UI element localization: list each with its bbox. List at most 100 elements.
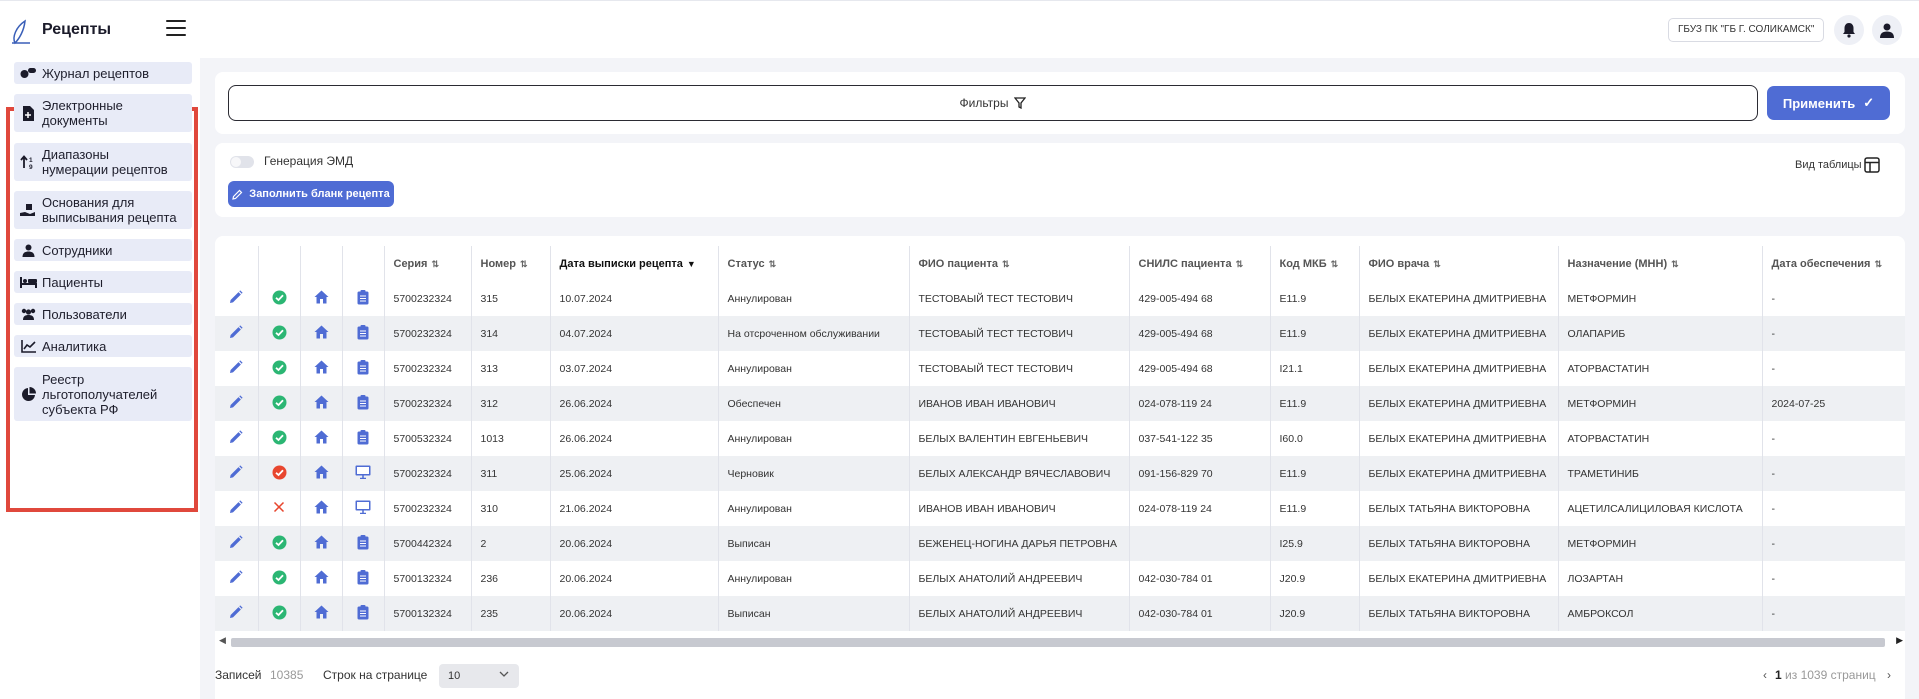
col-snils-header[interactable]: СНИЛС пациента ⇅ bbox=[1129, 246, 1271, 281]
monitor-icon[interactable] bbox=[355, 500, 371, 517]
clipboard-icon[interactable] bbox=[357, 324, 369, 343]
prev-page-icon[interactable]: ‹ bbox=[1763, 668, 1767, 682]
col-icd-code-header[interactable]: Код МКБ ⇅ bbox=[1270, 246, 1360, 281]
chevron-down-icon bbox=[499, 664, 509, 688]
cell-icd-code: J20.9 bbox=[1270, 596, 1360, 631]
home-icon[interactable] bbox=[314, 430, 329, 447]
fill-prescription-button[interactable]: Заполнить бланк рецепта bbox=[228, 181, 394, 207]
table-row[interactable]: 5700232324 311 25.06.2024 Черновик БЕЛЫХ АЛЕ… bbox=[215, 456, 1905, 491]
table-row[interactable]: 5700132324 236 20.06.2024 Аннулирован БЕЛЫХ … bbox=[215, 561, 1905, 596]
cell-doctor: БЕЛЫХ ЕКАТЕРИНА ДМИТРИЕВНА bbox=[1359, 351, 1559, 386]
clipboard-icon[interactable] bbox=[357, 429, 369, 448]
home-icon[interactable] bbox=[314, 570, 329, 587]
edit-pencil-icon[interactable] bbox=[229, 605, 243, 622]
col-number-header[interactable]: Номер ⇅ bbox=[471, 246, 551, 281]
home-icon[interactable] bbox=[314, 395, 329, 412]
toolbar-panel bbox=[215, 143, 1905, 217]
sidebar-item-users[interactable]: Пользователи bbox=[14, 303, 192, 325]
edit-pencil-icon[interactable] bbox=[229, 465, 243, 482]
sidebar-item-patients[interactable]: Пациенты bbox=[14, 271, 192, 293]
sidebar-item-analytics[interactable]: Аналитика bbox=[14, 335, 192, 357]
edit-pencil-icon[interactable] bbox=[229, 500, 243, 517]
home-icon[interactable] bbox=[314, 605, 329, 622]
edit-pencil-icon[interactable] bbox=[229, 290, 243, 307]
table-row[interactable]: 5700132324 235 20.06.2024 Выписан БЕЛЫХ АНАТ… bbox=[215, 596, 1905, 631]
clipboard-icon[interactable] bbox=[357, 394, 369, 413]
sidebar-item-prescription-grounds[interactable]: Основания для выписывания рецепта bbox=[14, 191, 192, 229]
table-layout-icon[interactable] bbox=[1864, 157, 1880, 173]
table-row[interactable]: 5700232324 315 10.07.2024 Аннулирован ТЕСТОВ… bbox=[215, 281, 1905, 316]
table-view-label[interactable]: Вид таблицы bbox=[1795, 159, 1862, 171]
table-row[interactable]: 5700532324 1013 26.06.2024 Аннулирован БЕЛЫХ… bbox=[215, 421, 1905, 456]
table-row[interactable]: 5700232324 310 21.06.2024 Аннулирован ИВАНОВ… bbox=[215, 491, 1905, 526]
menu-toggle-icon[interactable] bbox=[166, 20, 186, 38]
col-patient-name-header[interactable]: ФИО пациента ⇅ bbox=[909, 246, 1130, 281]
filters-label: Фильтры bbox=[959, 96, 1009, 110]
apply-button[interactable]: Применить ✓ bbox=[1767, 86, 1890, 120]
user-account-icon[interactable] bbox=[1872, 15, 1902, 45]
clipboard-icon[interactable] bbox=[357, 289, 369, 308]
next-page-icon[interactable]: › bbox=[1887, 668, 1891, 682]
check-circle-icon bbox=[272, 290, 287, 308]
col-doctor-header[interactable]: ФИО врача ⇅ bbox=[1359, 246, 1559, 281]
home-icon[interactable] bbox=[314, 325, 329, 342]
col-issue-date-header[interactable]: Дата выписки рецепта ▼ bbox=[550, 246, 719, 281]
edit-pencil-icon[interactable] bbox=[229, 535, 243, 552]
scrollbar-thumb[interactable] bbox=[231, 638, 1885, 647]
home-icon[interactable] bbox=[314, 465, 329, 482]
edit-pencil-icon[interactable] bbox=[229, 360, 243, 377]
table-row[interactable]: 5700232324 313 03.07.2024 Аннулирован ТЕСТОВ… bbox=[215, 351, 1905, 386]
cell-supply-date: - bbox=[1762, 421, 1905, 456]
col-supply-date-header[interactable]: Дата обеспечения ⇅ bbox=[1762, 246, 1905, 281]
col-series-header[interactable]: Серия ⇅ bbox=[384, 246, 472, 281]
cell-icd-code: E11.9 bbox=[1270, 386, 1360, 421]
organization-badge[interactable]: ГБУЗ ПК "ГБ Г. СОЛИКАМСК" bbox=[1668, 18, 1825, 42]
home-icon[interactable] bbox=[314, 360, 329, 377]
filters-button[interactable]: Фильтры bbox=[228, 85, 1758, 121]
col-status-header[interactable]: Статус ⇅ bbox=[718, 246, 910, 281]
cell-issue-date: 21.06.2024 bbox=[550, 491, 719, 526]
cell-drug: ТРАМЕТИНИБ bbox=[1558, 456, 1763, 491]
scroll-left-icon[interactable]: ◀ bbox=[219, 635, 226, 646]
cell-series: 5700232324 bbox=[384, 491, 472, 526]
home-icon[interactable] bbox=[314, 290, 329, 307]
edit-pencil-icon[interactable] bbox=[229, 395, 243, 412]
check-circle-icon bbox=[272, 570, 287, 588]
table-row[interactable]: 5700232324 312 26.06.2024 Обеспечен ИВАНОВ И… bbox=[215, 386, 1905, 421]
table-row[interactable]: 5700232324 314 04.07.2024 На отсроченном об… bbox=[215, 316, 1905, 351]
scroll-right-icon[interactable]: ▶ bbox=[1896, 635, 1903, 646]
sidebar-item-beneficiaries-registry[interactable]: Реестр льготополучателей субъекта РФ bbox=[14, 367, 192, 421]
edit-pencil-icon[interactable] bbox=[229, 325, 243, 342]
cell-number: 312 bbox=[471, 386, 551, 421]
sidebar-item-electronic-documents[interactable]: Электронные документы bbox=[14, 94, 192, 132]
edit-pencil-icon[interactable] bbox=[229, 430, 243, 447]
clipboard-icon[interactable] bbox=[357, 534, 369, 553]
col-drug-header[interactable]: Назначение (МНН) ⇅ bbox=[1558, 246, 1763, 281]
sidebar-item-employees[interactable]: Сотрудники bbox=[14, 239, 192, 261]
sidebar-item-prescription-log[interactable]: Журнал рецептов bbox=[14, 62, 192, 84]
table-row[interactable]: 5700442324 2 20.06.2024 Выписан БЕЖЕНЕЦ-НОГИ… bbox=[215, 526, 1905, 561]
cell-doctor: БЕЛЫХ ЕКАТЕРИНА ДМИТРИЕВНА bbox=[1359, 281, 1559, 316]
emd-generation-toggle[interactable] bbox=[230, 156, 254, 168]
rows-per-page-select[interactable]: 10 bbox=[439, 664, 519, 688]
cell-series: 5700442324 bbox=[384, 526, 472, 561]
home-icon[interactable] bbox=[314, 535, 329, 552]
clipboard-icon[interactable] bbox=[357, 604, 369, 623]
bell-icon[interactable] bbox=[1834, 15, 1864, 45]
horizontal-scrollbar[interactable]: ◀ ▶ bbox=[215, 635, 1905, 648]
sidebar-item-numbering-ranges[interactable]: 19 Диапазоны нумерации рецептов bbox=[14, 143, 192, 181]
monitor-icon[interactable] bbox=[355, 465, 371, 482]
clipboard-icon[interactable] bbox=[357, 569, 369, 588]
cell-status: Черновик bbox=[718, 456, 910, 491]
sidebar-item-label: Реестр льготополучателей субъекта РФ bbox=[42, 371, 158, 417]
cell-drug: АМБРОКСОЛ bbox=[1558, 596, 1763, 631]
col-doc bbox=[342, 246, 385, 281]
sidebar-item-label: Журнал рецептов bbox=[42, 65, 150, 81]
edit-pencil-icon[interactable] bbox=[229, 570, 243, 587]
cell-patient-name: БЕЛЫХ АЛЕКСАНДР ВЯЧЕСЛАВОВИЧ bbox=[909, 456, 1130, 491]
cell-snils: 042-030-784 01 bbox=[1129, 561, 1271, 596]
clipboard-icon[interactable] bbox=[357, 359, 369, 378]
cell-series: 5700132324 bbox=[384, 596, 472, 631]
home-icon[interactable] bbox=[314, 500, 329, 517]
check-circle-icon bbox=[272, 395, 287, 413]
